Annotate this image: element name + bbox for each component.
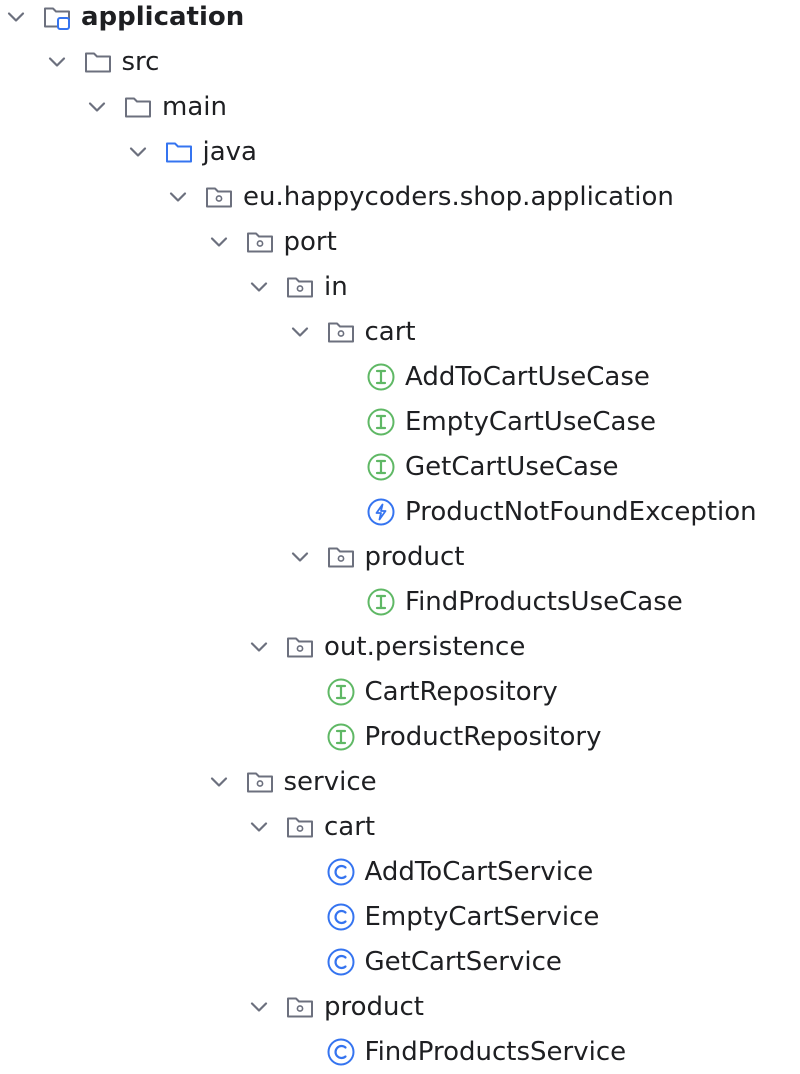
tree-node-label: cart [324, 811, 376, 842]
package-icon [202, 174, 236, 219]
tree-node-cart[interactable]: cart [0, 804, 800, 849]
folder-icon [81, 39, 115, 84]
tree-node-label: ProductRepository [364, 721, 602, 752]
tree-node-label: port [283, 226, 337, 257]
tree-node-label: EmptyCartService [364, 901, 600, 932]
tree-node-label: AddToCartUseCase [405, 361, 650, 392]
tree-node-label: in [324, 271, 348, 302]
interface-icon [364, 579, 398, 624]
tree-node-addtocartservice[interactable]: AddToCartService [0, 849, 800, 894]
chevron-down-icon[interactable] [247, 804, 271, 849]
tree-node-emptycartusecase[interactable]: EmptyCartUseCase [0, 399, 800, 444]
package-icon [243, 759, 277, 804]
tree-node-getcartservice[interactable]: GetCartService [0, 939, 800, 984]
chevron-down-icon[interactable] [288, 534, 312, 579]
chevron-down-icon[interactable] [247, 624, 271, 669]
chevron-down-icon[interactable] [4, 0, 28, 39]
interface-icon [324, 714, 358, 759]
tree-node-label: FindProductsUseCase [405, 586, 683, 617]
tree-node-label: service [283, 766, 377, 797]
project-tree: application src main java eu.happycoders.sho… [0, 0, 800, 1067]
interface-icon [364, 354, 398, 399]
chevron-down-icon[interactable] [207, 759, 231, 804]
tree-node-src[interactable]: src [0, 39, 800, 84]
tree-node-label: GetCartService [364, 946, 562, 977]
tree-node-label: EmptyCartUseCase [405, 406, 657, 437]
chevron-down-icon[interactable] [207, 219, 231, 264]
tree-node-label: FindProductsService [364, 1036, 627, 1067]
tree-node-productrepository[interactable]: ProductRepository [0, 714, 800, 759]
class-icon [324, 939, 358, 984]
package-icon [283, 984, 317, 1029]
tree-node-label: GetCartUseCase [405, 451, 619, 482]
chevron-down-icon[interactable] [247, 984, 271, 1029]
tree-node-findproductsusecase[interactable]: FindProductsUseCase [0, 579, 800, 624]
tree-node-eu-happycoders-shop-application[interactable]: eu.happycoders.shop.application [0, 174, 800, 219]
tree-node-addtocartusecase[interactable]: AddToCartUseCase [0, 354, 800, 399]
tree-node-cart[interactable]: cart [0, 309, 800, 354]
tree-node-productnotfoundexception[interactable]: ProductNotFoundException [0, 489, 800, 534]
tree-node-label: eu.happycoders.shop.application [243, 181, 674, 212]
tree-node-label: product [364, 541, 465, 572]
tree-node-cartrepository[interactable]: CartRepository [0, 669, 800, 714]
tree-node-label: out.persistence [324, 631, 526, 662]
class-icon [324, 849, 358, 894]
tree-node-service[interactable]: service [0, 759, 800, 804]
tree-node-emptycartservice[interactable]: EmptyCartService [0, 894, 800, 939]
chevron-down-icon[interactable] [85, 84, 109, 129]
class-icon [324, 894, 358, 939]
interface-icon [364, 399, 398, 444]
tree-node-in[interactable]: in [0, 264, 800, 309]
chevron-down-icon[interactable] [247, 264, 271, 309]
package-icon [283, 264, 317, 309]
chevron-down-icon[interactable] [288, 309, 312, 354]
module-folder-icon [40, 0, 74, 39]
tree-node-port[interactable]: port [0, 219, 800, 264]
chevron-down-icon[interactable] [126, 129, 150, 174]
tree-node-getcartusecase[interactable]: GetCartUseCase [0, 444, 800, 489]
tree-node-product[interactable]: product [0, 984, 800, 1029]
chevron-down-icon[interactable] [45, 39, 69, 84]
tree-node-label: main [162, 91, 227, 122]
tree-node-label: product [324, 991, 425, 1022]
source-root-folder-icon [162, 129, 196, 174]
tree-node-product[interactable]: product [0, 534, 800, 579]
interface-icon [364, 444, 398, 489]
tree-node-label: cart [364, 316, 416, 347]
package-icon [243, 219, 277, 264]
class-icon [324, 1029, 358, 1074]
tree-node-out-persistence[interactable]: out.persistence [0, 624, 800, 669]
folder-icon [121, 84, 155, 129]
tree-node-main[interactable]: main [0, 84, 800, 129]
chevron-down-icon[interactable] [166, 174, 190, 219]
tree-node-label: java [202, 136, 257, 167]
tree-node-label: AddToCartService [364, 856, 594, 887]
tree-node-java[interactable]: java [0, 129, 800, 174]
tree-node-label: application [81, 1, 245, 32]
package-icon [283, 624, 317, 669]
package-icon [324, 534, 358, 579]
tree-node-application[interactable]: application [0, 0, 800, 39]
package-icon [324, 309, 358, 354]
tree-node-label: ProductNotFoundException [405, 496, 757, 527]
package-icon [283, 804, 317, 849]
exception-icon [364, 489, 398, 534]
tree-node-label: CartRepository [364, 676, 558, 707]
tree-node-label: src [121, 46, 160, 77]
tree-node-findproductsservice[interactable]: FindProductsService [0, 1029, 800, 1074]
interface-icon [324, 669, 358, 714]
